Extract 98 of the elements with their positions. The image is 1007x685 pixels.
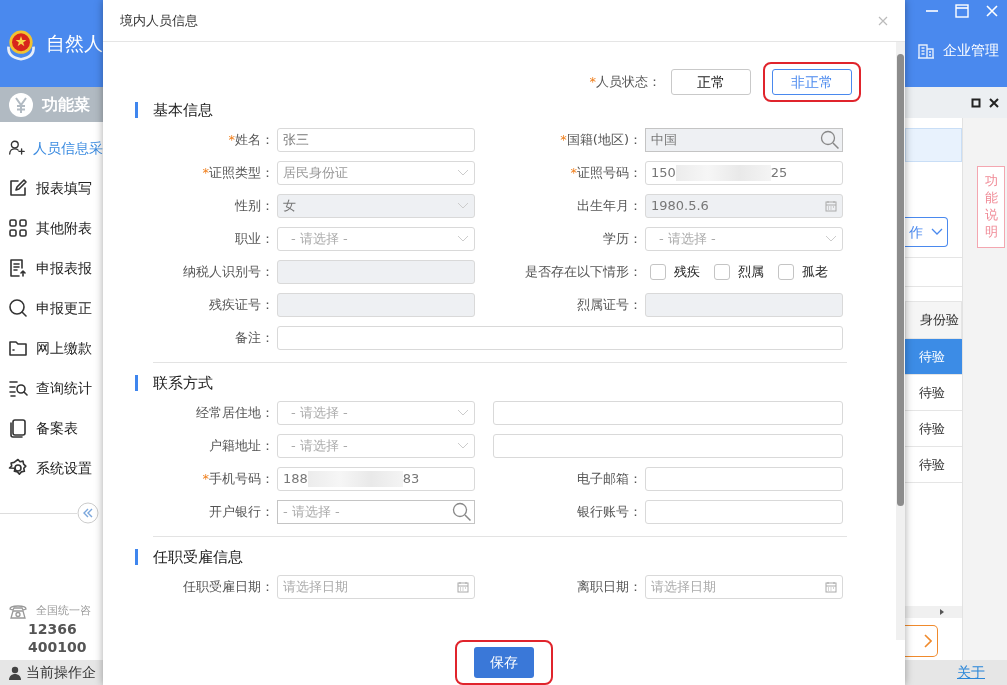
input-field[interactable]	[493, 401, 843, 425]
operator-label: 当前操作企	[26, 663, 96, 682]
table-cell[interactable]: 待验	[905, 339, 962, 375]
input-field[interactable]: 188 83	[277, 467, 475, 491]
select-field[interactable]: - 请选择 -	[645, 227, 843, 251]
document-upload-icon	[8, 258, 28, 278]
menu-item[interactable]: 申报表报	[0, 248, 103, 288]
chevron-down-icon	[825, 235, 837, 243]
select-field[interactable]: - 请选择 -	[277, 434, 475, 458]
field-label: 户籍地址：	[208, 437, 275, 455]
company-link[interactable]: 企业管理	[943, 40, 999, 61]
hotline-number: 400100	[27, 638, 88, 656]
search-field[interactable]: - 请选择 -	[277, 500, 475, 524]
building-icon	[917, 41, 935, 60]
input-field[interactable]	[645, 467, 843, 491]
app-title: 自然人	[46, 31, 103, 57]
close-icon[interactable]	[989, 97, 999, 108]
checkbox-label: 烈属	[738, 263, 764, 282]
field-label: *国籍(地区)：	[559, 131, 643, 149]
calendar-icon[interactable]	[457, 581, 469, 593]
help-tab[interactable]: 功能说明	[977, 166, 1005, 248]
calendar-icon[interactable]	[825, 581, 837, 593]
menu-item[interactable]: 系统设置	[0, 448, 103, 488]
chevron-down-icon	[457, 202, 469, 210]
checkbox[interactable]	[714, 264, 730, 280]
scroll-right-icon[interactable]	[938, 608, 946, 616]
field-label: 经常居住地：	[195, 404, 275, 422]
field-label: 纳税人识别号：	[182, 263, 275, 281]
field-label: *手机号码：	[201, 470, 275, 488]
field-label: 任职受雇日期：	[182, 578, 275, 596]
settings-icon	[8, 458, 28, 478]
menu-item[interactable]: 网上缴款	[0, 328, 103, 368]
menu-item[interactable]: 查询统计	[0, 368, 103, 408]
checkbox[interactable]	[778, 264, 794, 280]
field-label: 学历：	[602, 230, 643, 248]
menu-item[interactable]: 备案表	[0, 408, 103, 448]
field-label: 电子邮箱：	[576, 470, 643, 488]
table-header-cell: 身份验	[905, 301, 962, 339]
copy-icon	[8, 418, 28, 438]
checkbox-label: 残疾	[674, 263, 700, 282]
status-label: *人员状态：	[589, 73, 661, 92]
input-field[interactable]: 150 25	[645, 161, 843, 185]
menu-title: 功能菜	[42, 93, 90, 116]
edit-icon	[8, 178, 28, 198]
date-field[interactable]: 请选择日期	[277, 575, 475, 599]
select-field[interactable]: - 请选择 -	[277, 401, 475, 425]
user-icon	[8, 665, 22, 680]
chevron-down-icon	[457, 235, 469, 243]
collapse-icon[interactable]	[77, 502, 99, 524]
chevron-down-icon	[931, 228, 943, 236]
about-link[interactable]: 关于	[957, 662, 985, 683]
menu-item[interactable]: 申报更正	[0, 288, 103, 328]
yen-icon	[8, 91, 34, 118]
status-option[interactable]: 正常	[671, 69, 751, 95]
field-label: 备注：	[234, 329, 275, 347]
field-label: 开户银行：	[208, 503, 275, 521]
chevron-down-icon	[457, 442, 469, 450]
chevron-down-icon	[457, 409, 469, 417]
field-label: 职业：	[234, 230, 275, 248]
field-label: 是否存在以下情形：	[524, 263, 643, 281]
field-label: 离职日期：	[576, 578, 643, 596]
restore-icon[interactable]	[971, 97, 981, 108]
input-field[interactable]: 张三	[277, 128, 475, 152]
chevron-down-icon	[457, 169, 469, 177]
select-field[interactable]: - 请选择 -	[277, 227, 475, 251]
save-button[interactable]: 保存	[474, 647, 534, 678]
vertical-scrollbar[interactable]	[896, 42, 905, 640]
folder-icon	[8, 338, 28, 358]
dialog-title: 境内人员信息	[120, 11, 198, 30]
field-label: 银行账号：	[576, 503, 643, 521]
search-icon	[8, 298, 28, 318]
hotline-number: 12366	[27, 620, 78, 638]
input-field[interactable]	[493, 434, 843, 458]
field-label: *姓名：	[227, 131, 275, 149]
input-field[interactable]	[277, 326, 843, 350]
search-icon[interactable]	[452, 502, 472, 522]
field-label: *证照类型：	[201, 164, 275, 182]
person-add-icon	[8, 138, 25, 158]
status-option[interactable]: 非正常	[772, 69, 852, 95]
field-label: 性别：	[234, 197, 275, 215]
list-search-icon	[8, 378, 28, 398]
phone-icon	[8, 602, 28, 620]
date-field[interactable]: 请选择日期	[645, 575, 843, 599]
chevron-right-icon	[924, 634, 932, 648]
field-label: 烈属证号：	[576, 296, 643, 314]
hotline-caption: 全国统一咨	[36, 602, 91, 619]
field-label: *证照号码：	[569, 164, 643, 182]
field-label: 出生年月：	[576, 197, 643, 215]
input-field[interactable]	[645, 500, 843, 524]
menu-item[interactable]: 人员信息采	[0, 128, 103, 168]
select-field[interactable]: 居民身份证	[277, 161, 475, 185]
field-label: 残疾证号：	[208, 296, 275, 314]
maximize-icon[interactable]	[955, 4, 969, 18]
checkbox[interactable]	[650, 264, 666, 280]
grid-icon	[8, 218, 28, 238]
checkbox-label: 孤老	[802, 263, 828, 282]
menu-item[interactable]: 报表填写	[0, 168, 103, 208]
menu-item[interactable]: 其他附表	[0, 208, 103, 248]
